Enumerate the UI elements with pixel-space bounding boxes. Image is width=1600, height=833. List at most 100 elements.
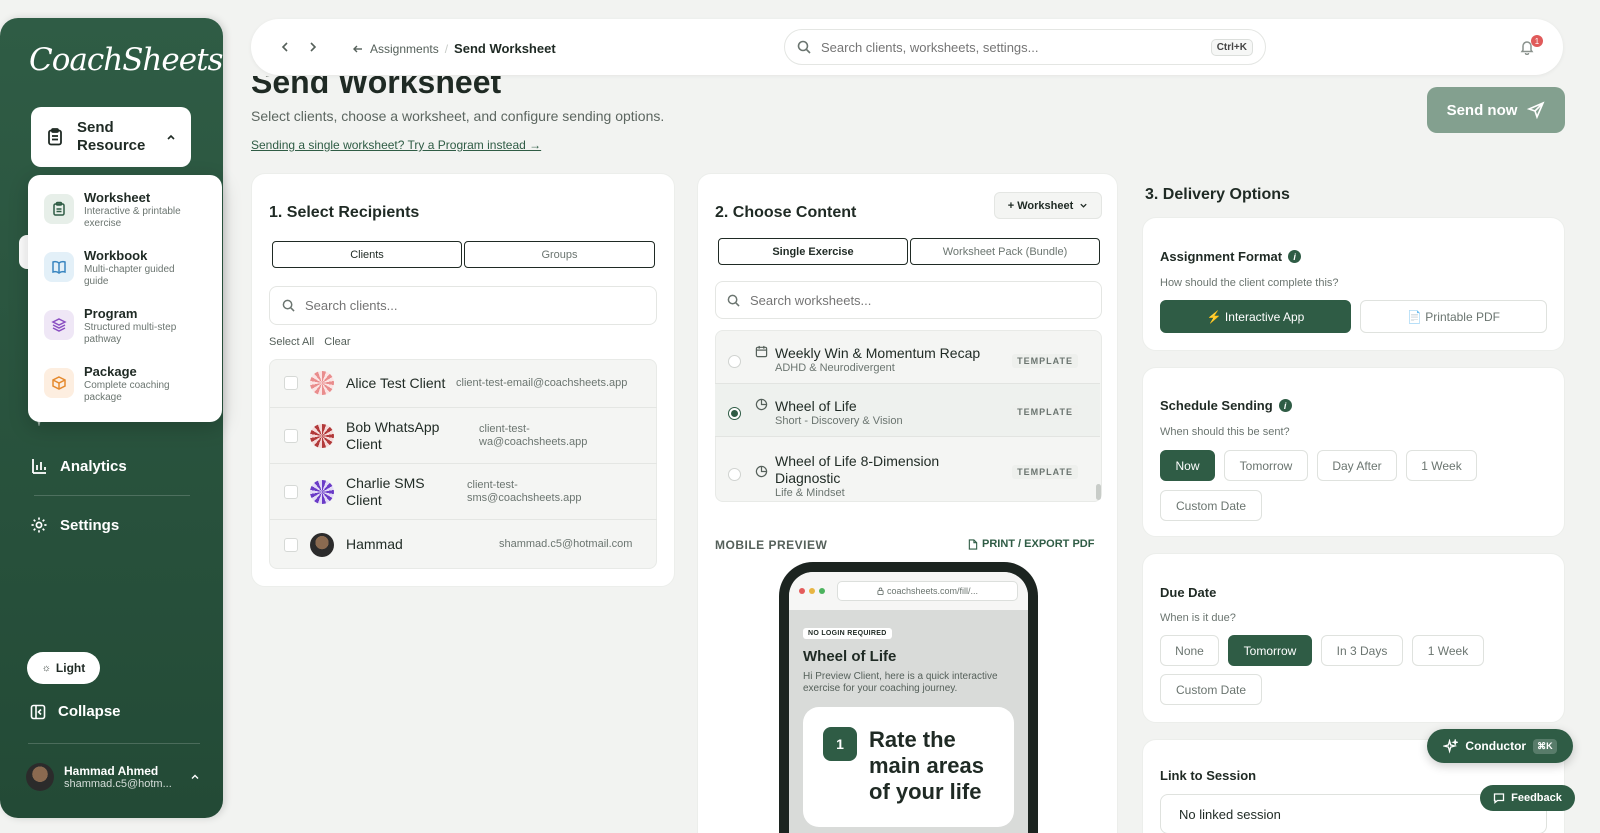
conductor-label: Conductor <box>1465 739 1527 753</box>
send-now-button[interactable]: Send now <box>1427 87 1565 133</box>
breadcrumb-assignments[interactable]: Assignments <box>370 42 439 56</box>
feedback-button[interactable]: Feedback <box>1480 785 1575 811</box>
send-now-label: Send now <box>1446 101 1518 119</box>
due-none[interactable]: None <box>1160 635 1219 666</box>
delivery-title: 3. Delivery Options <box>1145 186 1290 203</box>
global-search[interactable]: Ctrl+K <box>784 29 1266 65</box>
select-all-button[interactable]: Select All <box>269 336 314 348</box>
schedule-subtitle: When should this be sent? <box>1160 426 1290 438</box>
option-printable-pdf[interactable]: 📄 Printable PDF <box>1360 300 1547 333</box>
divider <box>34 495 190 496</box>
add-worksheet-button[interactable]: + Worksheet <box>994 192 1102 219</box>
due-in-3-days[interactable]: In 3 Days <box>1321 635 1403 666</box>
client-email: client-test-wa@coachsheets.app <box>479 422 588 448</box>
dropdown-item-package[interactable]: Package Complete coaching package <box>44 364 194 404</box>
checkbox[interactable] <box>284 484 298 499</box>
client-row[interactable]: Hammad shammad.c5@hotmail.com <box>270 520 657 569</box>
tab-worksheet-pack[interactable]: Worksheet Pack (Bundle) <box>910 238 1100 265</box>
radio-selected[interactable] <box>728 407 741 420</box>
schedule-tomorrow[interactable]: Tomorrow <box>1224 450 1308 481</box>
app-logo[interactable]: CoachSheets <box>29 42 223 78</box>
search-icon <box>282 299 295 312</box>
sparkle-icon <box>1443 738 1459 754</box>
client-email: client-test-email@coachsheets.app <box>456 376 628 389</box>
recipients-title: 1. Select Recipients <box>269 204 420 221</box>
schedule-title: Schedule Sending i <box>1160 398 1292 413</box>
window-dot <box>809 588 815 594</box>
global-search-input[interactable] <box>821 39 1201 55</box>
radio[interactable] <box>728 468 741 481</box>
conductor-button[interactable]: Conductor ⌘K <box>1427 729 1573 763</box>
content-tabs: Single Exercise Worksheet Pack (Bundle) <box>718 238 1100 265</box>
client-row[interactable]: Bob WhatsApp Client client-test-wa@coach… <box>270 408 657 464</box>
clear-button[interactable]: Clear <box>324 336 350 348</box>
user-menu[interactable]: Hammad Ahmed shammad.c5@hotm... <box>26 763 200 791</box>
browser-bar: coachsheets.com/fill/... <box>789 572 1028 610</box>
worksheet-row[interactable]: Wheel of Life 8-Dimension Diagnostic Lif… <box>715 437 1100 501</box>
due-tomorrow[interactable]: Tomorrow <box>1228 635 1312 666</box>
avatar <box>310 371 334 395</box>
radio[interactable] <box>728 355 741 368</box>
nav-analytics[interactable]: Analytics <box>30 457 127 475</box>
export-pdf-label: PRINT / EXPORT PDF <box>982 538 1095 550</box>
breadcrumb: Assignments / Send Worksheet <box>352 41 556 56</box>
nav-settings[interactable]: Settings <box>30 516 119 534</box>
worksheet-row-selected[interactable]: Wheel of Life Short - Discovery & Vision… <box>715 384 1100 437</box>
client-search-input[interactable] <box>305 298 644 313</box>
worksheet-title: Weekly Win & Momentum Recap <box>775 345 981 361</box>
dropdown-item-title: Program <box>84 306 138 321</box>
tab-clients[interactable]: Clients <box>272 241 462 268</box>
dropdown-item-sub: Interactive & printable exercise <box>84 206 181 229</box>
chevron-up-icon <box>190 772 200 782</box>
dropdown-item-worksheet[interactable]: Worksheet Interactive & printable exercis… <box>44 190 194 230</box>
forward-arrow-icon[interactable] <box>307 41 319 53</box>
search-icon <box>797 40 811 54</box>
info-icon[interactable]: i <box>1288 250 1302 263</box>
client-row[interactable]: Charlie SMS Client client-test-sms@coach… <box>270 464 657 520</box>
session-select-value: No linked session <box>1179 806 1281 822</box>
tab-groups[interactable]: Groups <box>464 241 655 268</box>
worksheet-search-input[interactable] <box>750 292 1090 308</box>
export-pdf-link[interactable]: PRINT / EXPORT PDF <box>968 538 1094 550</box>
session-title: Link to Session <box>1160 768 1257 783</box>
checkbox[interactable] <box>284 428 298 443</box>
page-subtitle: Select clients, choose a worksheet, and … <box>251 108 665 124</box>
worksheet-row[interactable]: Weekly Win & Momentum Recap ADHD & Neuro… <box>715 331 1100 384</box>
clipboard-icon <box>44 194 74 224</box>
program-link[interactable]: Sending a single worksheet? Try a Progra… <box>251 138 541 152</box>
avatar <box>310 532 334 557</box>
option-interactive-app[interactable]: ⚡ Interactive App <box>1160 300 1351 333</box>
arrow-left-icon <box>352 43 364 55</box>
url-text: coachsheets.com/fill/... <box>886 586 979 596</box>
collapse-button[interactable]: Collapse <box>30 703 121 720</box>
client-row[interactable]: Alice Test Client client-test-email@coac… <box>270 359 657 408</box>
phone-title: Wheel of Life <box>803 648 897 665</box>
window-dot <box>799 588 805 594</box>
radio-dot <box>731 410 738 417</box>
info-icon[interactable]: i <box>1278 399 1292 412</box>
checkbox[interactable] <box>284 537 298 552</box>
theme-label: Light <box>55 661 86 675</box>
worksheet-search[interactable] <box>715 281 1102 319</box>
send-resource-button[interactable]: Send Resource <box>31 107 191 167</box>
schedule-custom-date[interactable]: Custom Date <box>1160 490 1262 521</box>
schedule-now[interactable]: Now <box>1160 450 1215 481</box>
notifications-button[interactable]: 1 <box>1519 35 1543 55</box>
dropdown-item-program[interactable]: Program Structured multi-step pathway <box>44 306 194 346</box>
due-1-week[interactable]: 1 Week <box>1412 635 1484 666</box>
schedule-1-week[interactable]: 1 Week <box>1406 450 1477 481</box>
template-badge: TEMPLATE <box>1012 465 1078 479</box>
checkbox[interactable] <box>284 376 298 390</box>
theme-toggle[interactable]: ☼ Light <box>27 652 100 684</box>
document-icon <box>968 538 978 550</box>
tab-single-exercise[interactable]: Single Exercise <box>718 238 908 265</box>
back-arrow-icon[interactable] <box>279 41 291 53</box>
due-custom-date[interactable]: Custom Date <box>1160 674 1262 705</box>
mobile-preview-label: MOBILE PREVIEW <box>715 538 828 552</box>
dropdown-item-workbook[interactable]: Workbook Multi-chapter guided guide <box>44 248 194 288</box>
window-dot <box>819 588 825 594</box>
schedule-day-after[interactable]: Day After <box>1317 450 1397 481</box>
schedule-title-text: Schedule Sending <box>1160 398 1273 413</box>
client-search[interactable] <box>269 286 657 325</box>
send-resource-dropdown: Worksheet Interactive & printable exercis… <box>28 175 222 422</box>
